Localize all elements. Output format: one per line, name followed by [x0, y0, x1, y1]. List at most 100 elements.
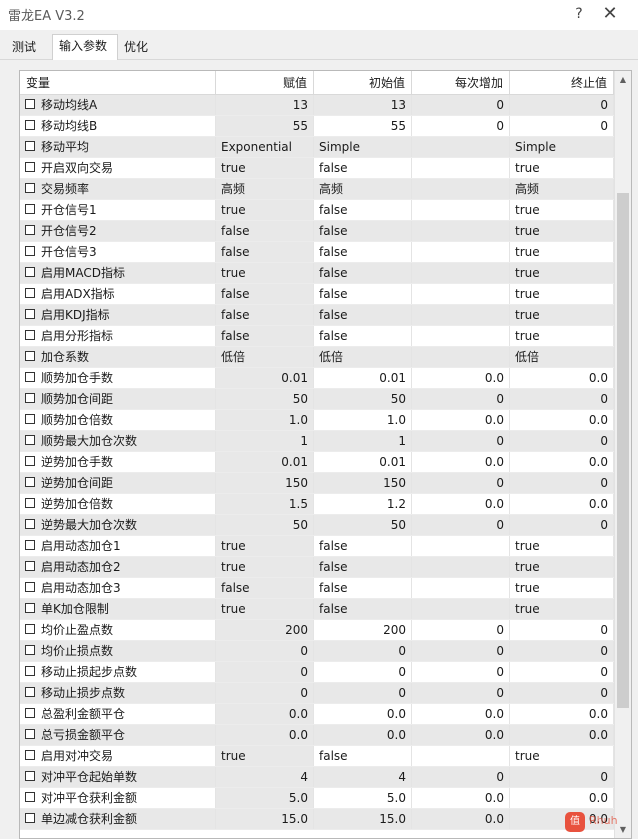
vertical-scrollbar[interactable]: ▲ ▼: [614, 71, 631, 838]
stop-cell[interactable]: 0.0: [510, 725, 614, 745]
start-cell[interactable]: 1: [314, 431, 412, 451]
table-row[interactable]: 逆势加仓间距 150 150 0 0: [20, 473, 614, 494]
value-cell[interactable]: false: [216, 305, 314, 325]
stop-cell[interactable]: true: [510, 557, 614, 577]
value-cell[interactable]: true: [216, 200, 314, 220]
value-cell[interactable]: 13: [216, 95, 314, 115]
table-row[interactable]: 启用分形指标 false false true: [20, 326, 614, 347]
step-cell[interactable]: [412, 221, 510, 241]
optimize-checkbox[interactable]: [25, 288, 35, 298]
step-cell[interactable]: [412, 578, 510, 598]
step-cell[interactable]: [412, 242, 510, 262]
step-cell[interactable]: [412, 305, 510, 325]
value-cell[interactable]: 150: [216, 473, 314, 493]
optimize-checkbox[interactable]: [25, 162, 35, 172]
step-cell[interactable]: 0: [412, 662, 510, 682]
table-row[interactable]: 移动止损起步点数 0 0 0 0: [20, 662, 614, 683]
table-row[interactable]: 启用动态加仓2 true false true: [20, 557, 614, 578]
value-cell[interactable]: 0.01: [216, 368, 314, 388]
table-row[interactable]: 开仓信号2 false false true: [20, 221, 614, 242]
value-cell[interactable]: 0: [216, 641, 314, 661]
table-row[interactable]: 对冲平仓起始单数 4 4 0 0: [20, 767, 614, 788]
optimize-checkbox[interactable]: [25, 645, 35, 655]
table-row[interactable]: 启用ADX指标 false false true: [20, 284, 614, 305]
stop-cell[interactable]: true: [510, 746, 614, 766]
table-row[interactable]: 逆势最大加仓次数 50 50 0 0: [20, 515, 614, 536]
value-cell[interactable]: 低倍: [216, 347, 314, 367]
table-row[interactable]: 启用对冲交易 true false true: [20, 746, 614, 767]
stop-cell[interactable]: 0: [510, 431, 614, 451]
optimize-checkbox[interactable]: [25, 414, 35, 424]
start-cell[interactable]: 高频: [314, 179, 412, 199]
tab-test[interactable]: 测试: [6, 36, 52, 60]
start-cell[interactable]: false: [314, 326, 412, 346]
optimize-checkbox[interactable]: [25, 666, 35, 676]
table-row[interactable]: 顺势加仓倍数 1.0 1.0 0.0 0.0: [20, 410, 614, 431]
value-cell[interactable]: true: [216, 599, 314, 619]
value-cell[interactable]: 50: [216, 389, 314, 409]
start-cell[interactable]: false: [314, 578, 412, 598]
step-cell[interactable]: [412, 599, 510, 619]
stop-cell[interactable]: true: [510, 578, 614, 598]
start-cell[interactable]: 200: [314, 620, 412, 640]
stop-cell[interactable]: true: [510, 158, 614, 178]
table-row[interactable]: 顺势加仓间距 50 50 0 0: [20, 389, 614, 410]
start-cell[interactable]: 低倍: [314, 347, 412, 367]
table-row[interactable]: 开启双向交易 true false true: [20, 158, 614, 179]
stop-cell[interactable]: 0.0: [510, 494, 614, 514]
optimize-checkbox[interactable]: [25, 204, 35, 214]
optimize-checkbox[interactable]: [25, 141, 35, 151]
optimize-checkbox[interactable]: [25, 519, 35, 529]
value-cell[interactable]: Exponential: [216, 137, 314, 157]
table-row[interactable]: 移动止损步点数 0 0 0 0: [20, 683, 614, 704]
table-row[interactable]: 总亏损金额平仓 0.0 0.0 0.0 0.0: [20, 725, 614, 746]
optimize-checkbox[interactable]: [25, 771, 35, 781]
step-cell[interactable]: 0: [412, 683, 510, 703]
step-cell[interactable]: 0: [412, 641, 510, 661]
step-cell[interactable]: 0: [412, 431, 510, 451]
stop-cell[interactable]: 0: [510, 389, 614, 409]
table-row[interactable]: 启用MACD指标 true false true: [20, 263, 614, 284]
start-cell[interactable]: false: [314, 536, 412, 556]
value-cell[interactable]: 5.0: [216, 788, 314, 808]
optimize-checkbox[interactable]: [25, 456, 35, 466]
value-cell[interactable]: 高频: [216, 179, 314, 199]
optimize-checkbox[interactable]: [25, 435, 35, 445]
stop-cell[interactable]: 0.0: [510, 452, 614, 472]
stop-cell[interactable]: Simple: [510, 137, 614, 157]
value-cell[interactable]: false: [216, 221, 314, 241]
start-cell[interactable]: 0: [314, 662, 412, 682]
stop-cell[interactable]: 0: [510, 620, 614, 640]
start-cell[interactable]: false: [314, 599, 412, 619]
step-cell[interactable]: [412, 284, 510, 304]
step-cell[interactable]: 0: [412, 767, 510, 787]
start-cell[interactable]: false: [314, 263, 412, 283]
stop-cell[interactable]: 低倍: [510, 347, 614, 367]
value-cell[interactable]: true: [216, 158, 314, 178]
table-row[interactable]: 加仓系数 低倍 低倍 低倍: [20, 347, 614, 368]
start-cell[interactable]: false: [314, 746, 412, 766]
stop-cell[interactable]: 0.0: [510, 368, 614, 388]
table-row[interactable]: 启用动态加仓3 false false true: [20, 578, 614, 599]
step-cell[interactable]: [412, 326, 510, 346]
start-cell[interactable]: Simple: [314, 137, 412, 157]
value-cell[interactable]: 0.0: [216, 704, 314, 724]
column-header-stop[interactable]: 终止值: [510, 71, 614, 95]
start-cell[interactable]: false: [314, 284, 412, 304]
table-row[interactable]: 逆势加仓手数 0.01 0.01 0.0 0.0: [20, 452, 614, 473]
step-cell[interactable]: 0.0: [412, 494, 510, 514]
stop-cell[interactable]: true: [510, 221, 614, 241]
value-cell[interactable]: 200: [216, 620, 314, 640]
start-cell[interactable]: 50: [314, 389, 412, 409]
optimize-checkbox[interactable]: [25, 99, 35, 109]
table-row[interactable]: 移动平均 Exponential Simple Simple: [20, 137, 614, 158]
optimize-checkbox[interactable]: [25, 582, 35, 592]
help-icon[interactable]: ?: [567, 3, 591, 25]
step-cell[interactable]: 0.0: [412, 788, 510, 808]
stop-cell[interactable]: 0: [510, 95, 614, 115]
optimize-checkbox[interactable]: [25, 267, 35, 277]
scroll-up-arrow-icon[interactable]: ▲: [615, 71, 631, 88]
step-cell[interactable]: [412, 746, 510, 766]
stop-cell[interactable]: 0.0: [510, 704, 614, 724]
stop-cell[interactable]: 0: [510, 767, 614, 787]
